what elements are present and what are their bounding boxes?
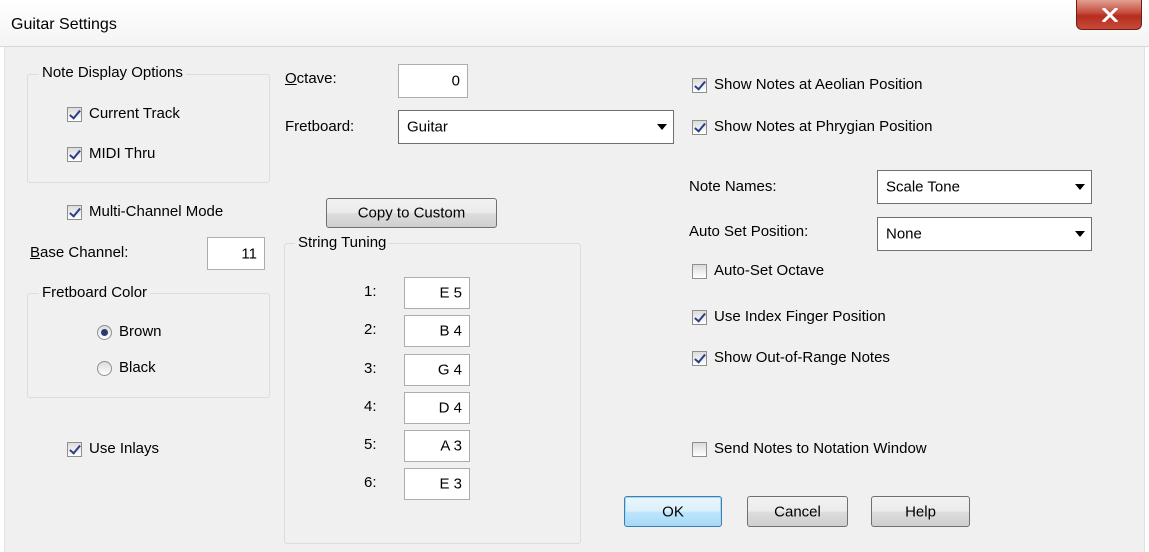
ok-button[interactable]: OK bbox=[624, 496, 722, 527]
fretboard-color-legend: Fretboard Color bbox=[39, 284, 151, 301]
black-radio[interactable] bbox=[97, 361, 112, 376]
copy-to-custom-button[interactable]: Copy to Custom bbox=[326, 198, 497, 228]
string-2-value: B 4 bbox=[439, 322, 462, 340]
string-5-label: 5: bbox=[364, 436, 377, 453]
close-button[interactable] bbox=[1076, 0, 1142, 30]
string-1-label: 1: bbox=[364, 283, 377, 300]
multi-channel-mode-checkbox[interactable] bbox=[67, 205, 82, 220]
string-5-value: A 3 bbox=[440, 437, 462, 455]
note-names-select[interactable]: Scale Tone bbox=[877, 170, 1092, 204]
send-notation-label[interactable]: Send Notes to Notation Window bbox=[714, 440, 927, 457]
octave-value: 0 bbox=[451, 72, 460, 90]
string-1-input[interactable]: E 5 bbox=[404, 277, 470, 309]
midi-thru-checkbox[interactable] bbox=[67, 147, 82, 162]
window-title: Guitar Settings bbox=[11, 16, 117, 33]
send-notation-checkbox[interactable] bbox=[692, 442, 707, 457]
base-channel-label: Base Channel: bbox=[30, 244, 128, 261]
note-names-value: Scale Tone bbox=[886, 178, 960, 196]
octave-input[interactable]: 0 bbox=[398, 64, 468, 98]
string-3-input[interactable]: G 4 bbox=[404, 354, 470, 386]
index-finger-checkbox[interactable] bbox=[692, 310, 707, 325]
help-button[interactable]: Help bbox=[871, 496, 970, 527]
aeolian-checkbox[interactable] bbox=[692, 78, 707, 93]
use-inlays-label[interactable]: Use Inlays bbox=[89, 440, 159, 457]
midi-thru-label[interactable]: MIDI Thru bbox=[89, 145, 155, 162]
phrygian-checkbox[interactable] bbox=[692, 120, 707, 135]
base-channel-value: 11 bbox=[241, 245, 257, 262]
string-4-value: D 4 bbox=[438, 399, 462, 417]
base-channel-input[interactable]: 11 bbox=[207, 237, 265, 270]
title-bar: Guitar Settings bbox=[0, 0, 1149, 47]
fretboard-select[interactable]: Guitar bbox=[398, 110, 674, 144]
dialog-body: Note Display Options Current Track MIDI … bbox=[4, 47, 1145, 552]
out-of-range-label[interactable]: Show Out-of-Range Notes bbox=[714, 349, 890, 366]
ok-label: OK bbox=[662, 503, 684, 520]
fretboard-value: Guitar bbox=[407, 118, 448, 136]
fretboard-label: Fretboard: bbox=[285, 118, 355, 135]
octave-mnemonic: O bbox=[285, 70, 297, 87]
fretboard-color-group bbox=[27, 293, 270, 398]
auto-set-position-value: None bbox=[886, 225, 922, 243]
aeolian-label[interactable]: Show Notes at Aeolian Position bbox=[714, 76, 922, 93]
string-3-value: G 4 bbox=[437, 361, 462, 379]
base-channel-mnemonic: B bbox=[30, 244, 41, 261]
brown-radio[interactable] bbox=[97, 325, 112, 340]
string-2-label: 2: bbox=[364, 321, 377, 338]
help-label: Help bbox=[905, 503, 936, 520]
index-finger-label[interactable]: Use Index Finger Position bbox=[714, 308, 886, 325]
string-6-input[interactable]: E 3 bbox=[404, 468, 470, 500]
cancel-label: Cancel bbox=[774, 503, 821, 520]
current-track-checkbox[interactable] bbox=[67, 107, 82, 122]
note-names-label: Note Names: bbox=[689, 178, 777, 195]
cancel-button[interactable]: Cancel bbox=[747, 496, 848, 527]
string-1-value: E 5 bbox=[439, 284, 462, 302]
auto-set-position-label: Auto Set Position: bbox=[689, 223, 809, 240]
note-display-options-legend: Note Display Options bbox=[39, 64, 186, 81]
phrygian-label[interactable]: Show Notes at Phrygian Position bbox=[714, 118, 932, 135]
out-of-range-checkbox[interactable] bbox=[692, 351, 707, 366]
auto-set-octave-label[interactable]: Auto-Set Octave bbox=[714, 262, 824, 279]
use-inlays-checkbox[interactable] bbox=[67, 442, 82, 457]
chevron-down-icon bbox=[1075, 231, 1085, 237]
chevron-down-icon bbox=[657, 124, 667, 130]
string-4-input[interactable]: D 4 bbox=[404, 392, 470, 424]
note-display-options-group bbox=[27, 74, 270, 183]
auto-set-octave-checkbox[interactable] bbox=[692, 264, 707, 279]
string-5-input[interactable]: A 3 bbox=[404, 430, 470, 462]
octave-label: Octave: bbox=[285, 70, 337, 87]
black-label[interactable]: Black bbox=[119, 359, 156, 376]
auto-set-position-select[interactable]: None bbox=[877, 217, 1092, 251]
chevron-down-icon bbox=[1075, 184, 1085, 190]
brown-label[interactable]: Brown bbox=[119, 323, 162, 340]
copy-to-custom-label: Copy to Custom bbox=[357, 204, 466, 222]
string-2-input[interactable]: B 4 bbox=[404, 315, 470, 347]
string-tuning-legend: String Tuning bbox=[295, 234, 390, 251]
string-3-label: 3: bbox=[364, 360, 377, 377]
string-6-value: E 3 bbox=[439, 475, 462, 493]
current-track-label[interactable]: Current Track bbox=[89, 105, 180, 122]
multi-channel-mode-label[interactable]: Multi-Channel Mode bbox=[89, 203, 223, 220]
close-icon bbox=[1102, 8, 1118, 22]
string-4-label: 4: bbox=[364, 398, 377, 415]
octave-label-text: ctave: bbox=[296, 70, 337, 87]
string-6-label: 6: bbox=[364, 474, 377, 491]
base-channel-label-text: ase Channel: bbox=[40, 244, 129, 261]
